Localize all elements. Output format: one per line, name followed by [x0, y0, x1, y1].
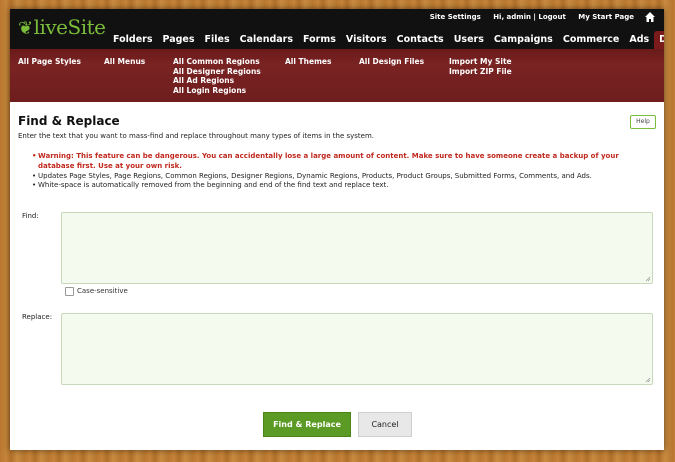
- nav-tab-pages[interactable]: Pages: [157, 31, 199, 49]
- subnav-ad-regions[interactable]: All Ad Regions: [173, 76, 261, 86]
- find-replace-button[interactable]: Find & Replace: [263, 412, 351, 437]
- nav-tab-calendars[interactable]: Calendars: [235, 31, 298, 49]
- case-sensitive-label[interactable]: Case-sensitive: [77, 287, 128, 295]
- nav-tab-forms[interactable]: Forms: [298, 31, 341, 49]
- note-whitespace-text: White-space is automatically removed fro…: [38, 181, 389, 190]
- nav-tab-design[interactable]: Design: [654, 31, 664, 49]
- nav-tab-commerce[interactable]: Commerce: [558, 31, 625, 49]
- nav-tab-visitors[interactable]: Visitors: [341, 31, 392, 49]
- main-nav: Folders Pages Files Calendars Forms Visitors C…: [108, 31, 664, 49]
- warning-text-2: database first. Use at your own risk.: [38, 161, 182, 170]
- find-textarea[interactable]: [61, 212, 653, 284]
- nav-tab-folders[interactable]: Folders: [108, 31, 157, 49]
- note-whitespace: • White-space is automatically removed f…: [32, 181, 658, 191]
- resize-grip-icon[interactable]: [645, 377, 651, 383]
- subnav-login-regions[interactable]: All Login Regions: [173, 86, 261, 96]
- note-warning: • Warning: This feature can be dangerous…: [32, 152, 658, 172]
- subnav-menus[interactable]: All Menus: [104, 57, 145, 67]
- warning-text-1: Warning: This feature can be dangerous. …: [38, 152, 619, 160]
- help-button[interactable]: Help: [630, 115, 656, 129]
- note-updates-text: Updates Page Styles, Page Regions, Commo…: [38, 171, 592, 180]
- cancel-button[interactable]: Cancel: [358, 412, 412, 437]
- page-title: Find & Replace: [18, 114, 120, 128]
- subnav-designer-regions[interactable]: All Designer Regions: [173, 67, 261, 77]
- top-bar: ❦liveSite Site Settings Hi, admin | Logo…: [10, 9, 664, 49]
- nav-tab-ads[interactable]: Ads: [624, 31, 654, 49]
- sub-nav: All Page Styles All Menus All Common Reg…: [10, 49, 664, 102]
- intro-text: Enter the text that you want to mass-fin…: [18, 132, 375, 140]
- bullet: •: [32, 171, 37, 180]
- resize-grip-icon[interactable]: [645, 276, 651, 282]
- nav-tab-users[interactable]: Users: [449, 31, 489, 49]
- subnav-themes[interactable]: All Themes: [285, 57, 331, 67]
- subnav-common-regions[interactable]: All Common Regions: [173, 57, 261, 67]
- logo-text: liveSite: [33, 15, 106, 39]
- nav-tab-files[interactable]: Files: [200, 31, 235, 49]
- my-start-page-link[interactable]: My Start Page: [578, 13, 634, 21]
- leaf-icon: ❦: [18, 18, 33, 39]
- bullet: •: [32, 152, 37, 160]
- app-window: ❦liveSite Site Settings Hi, admin | Logo…: [10, 9, 664, 450]
- case-sensitive-checkbox[interactable]: [65, 287, 74, 296]
- find-label: Find:: [22, 212, 39, 220]
- utility-links: Site Settings Hi, admin | Logout My Star…: [420, 13, 634, 21]
- bullet: •: [32, 181, 37, 190]
- main-content: Find & Replace Help Enter the text that …: [10, 102, 664, 450]
- subnav-import-zip[interactable]: Import ZIP File: [449, 67, 512, 77]
- note-updates: • Updates Page Styles, Page Regions, Com…: [32, 171, 658, 182]
- nav-tab-contacts[interactable]: Contacts: [392, 31, 449, 49]
- replace-textarea[interactable]: [61, 313, 653, 385]
- subnav-import: Import My Site Import ZIP File: [449, 57, 512, 76]
- greeting-logout-link[interactable]: Hi, admin | Logout: [493, 13, 566, 21]
- subnav-regions: All Common Regions All Designer Regions …: [173, 57, 261, 95]
- subnav-page-styles[interactable]: All Page Styles: [18, 57, 81, 67]
- notes-list: • Warning: This feature can be dangerous…: [32, 152, 658, 191]
- replace-label: Replace:: [22, 313, 53, 321]
- subnav-design-files[interactable]: All Design Files: [359, 57, 424, 67]
- subnav-import-my-site[interactable]: Import My Site: [449, 57, 512, 67]
- site-settings-link[interactable]: Site Settings: [430, 13, 481, 21]
- logo[interactable]: ❦liveSite: [18, 15, 106, 39]
- nav-tab-campaigns[interactable]: Campaigns: [489, 31, 558, 49]
- home-icon[interactable]: [644, 11, 656, 23]
